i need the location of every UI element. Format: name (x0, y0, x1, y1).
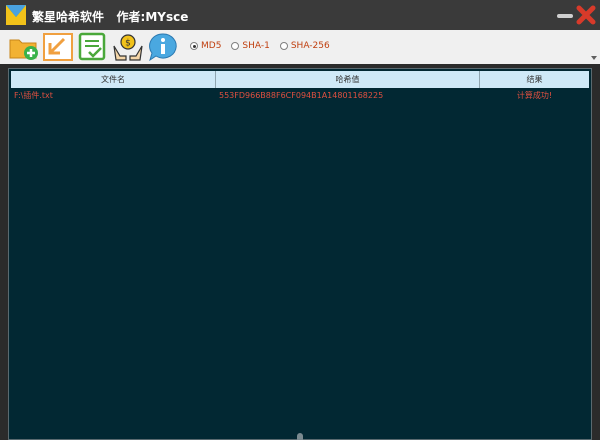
window-title: 繁星哈希软件 作者:MYsce (32, 10, 189, 24)
title-bar[interactable]: 繁星哈希软件 作者:MYsce (0, 0, 600, 30)
column-hash[interactable]: 哈希值 (216, 71, 480, 88)
table-row[interactable]: F:\插件.txt 553FD966B88F6CF094B1A148011682… (11, 89, 589, 101)
column-result[interactable]: 结果 (480, 71, 589, 88)
list-check-icon[interactable] (77, 32, 109, 62)
table-header: 文件名 哈希值 结果 (11, 71, 589, 88)
radio-sha256-dot[interactable] (279, 42, 288, 50)
add-folder-icon[interactable] (8, 32, 40, 62)
radio-md5[interactable]: MD5 (190, 41, 221, 51)
radio-sha256-label: SHA-256 (290, 41, 330, 51)
app-logo-icon (6, 5, 26, 25)
scroll-handle[interactable] (297, 433, 303, 440)
cell-filename: F:\插件.txt (14, 90, 53, 100)
minimize-button[interactable] (556, 8, 574, 22)
radio-sha1[interactable]: SHA-1 (231, 41, 270, 51)
results-table: 文件名 哈希值 结果 F:\插件.txt 553FD966B88F6CF094B… (8, 68, 592, 440)
donate-hands-icon[interactable]: $ (112, 32, 144, 62)
cell-hash: 553FD966B88F6CF094B1A14801168225 (219, 90, 384, 100)
svg-text:$: $ (125, 39, 131, 49)
toolbar-overflow-icon[interactable] (591, 56, 597, 60)
radio-sha256[interactable]: SHA-256 (279, 41, 330, 51)
radio-md5-label: MD5 (201, 41, 222, 51)
hash-algorithm-group: MD5 SHA-1 SHA-256 (190, 41, 340, 51)
cell-result: 计算成功! (516, 90, 553, 100)
info-icon[interactable] (147, 32, 179, 62)
radio-sha1-dot[interactable] (231, 42, 240, 50)
app-window: 繁星哈希软件 作者:MYsce $ MD5 SHA-1 SHA-256 文件名 … (0, 0, 600, 440)
column-filename[interactable]: 文件名 (11, 71, 216, 88)
import-arrow-icon[interactable] (42, 32, 74, 62)
radio-sha1-label: SHA-1 (242, 41, 270, 51)
radio-md5-dot[interactable] (190, 42, 198, 50)
close-icon[interactable] (576, 5, 596, 25)
